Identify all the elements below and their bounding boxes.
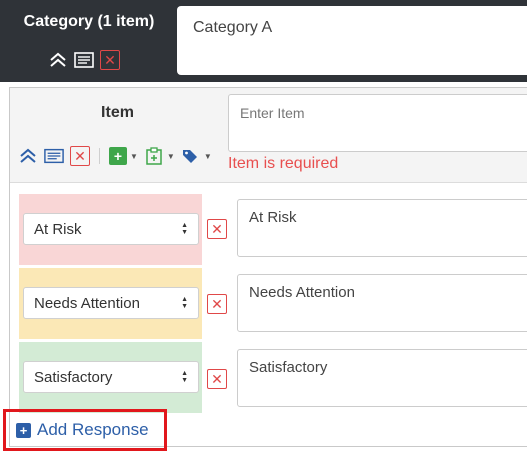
select-arrows-icon: ▲ ▼ (181, 370, 188, 384)
chevron-down-icon[interactable]: ▼ (204, 152, 212, 161)
response-status-value: Satisfactory (34, 368, 113, 386)
plus-square-icon: + (16, 422, 31, 438)
response-row-satisfactory: Satisfactory ▲ ▼ (19, 342, 202, 413)
collapse-icon[interactable] (48, 50, 68, 70)
add-response-button[interactable]: + Add Response (3, 409, 167, 451)
category-toolbar: ✕ (48, 49, 120, 71)
add-icon[interactable]: + (109, 147, 127, 165)
item-error-message: Item is required (228, 155, 339, 172)
response-text-input[interactable]: Satisfactory (237, 349, 527, 407)
add-response-label: Add Response (37, 420, 149, 439)
toolbar-divider (99, 148, 100, 164)
response-status-select[interactable]: Needs Attention ▲ ▼ (23, 287, 199, 319)
delete-item-icon[interactable]: ✕ (70, 146, 90, 166)
delete-response-icon[interactable]: ✕ (207, 369, 227, 389)
select-arrows-icon: ▲ ▼ (181, 296, 188, 310)
item-panel: Item Enter Item Item is required ✕ + ▼ ▼… (9, 87, 527, 447)
response-status-value: At Risk (34, 220, 82, 238)
notes-icon[interactable] (74, 50, 94, 70)
response-status-select[interactable]: At Risk ▲ ▼ (23, 213, 199, 245)
category-name-input[interactable]: Category A (177, 6, 527, 75)
tags-icon[interactable] (181, 146, 201, 166)
response-status-select[interactable]: Satisfactory ▲ ▼ (23, 361, 199, 393)
delete-response-icon[interactable]: ✕ (207, 294, 227, 314)
category-header: Category (1 item) ✕ Category A (0, 0, 527, 82)
response-text-input[interactable]: Needs Attention (237, 274, 527, 332)
item-input[interactable]: Enter Item (228, 94, 527, 152)
item-header: Item Enter Item Item is required ✕ + ▼ ▼… (10, 88, 527, 183)
response-text-input[interactable]: At Risk (237, 199, 527, 257)
clipboard-plus-icon[interactable] (144, 146, 164, 166)
item-toolbar: ✕ + ▼ ▼ ▼ (18, 146, 212, 166)
delete-response-icon[interactable]: ✕ (207, 219, 227, 239)
response-status-value: Needs Attention (34, 294, 140, 312)
select-arrows-icon: ▲ ▼ (181, 222, 188, 236)
category-panel: Category (1 item) ✕ (4, 0, 174, 82)
delete-category-icon[interactable]: ✕ (100, 50, 120, 70)
notes-icon[interactable] (44, 146, 64, 166)
item-title: Item (101, 104, 134, 121)
chevron-down-icon[interactable]: ▼ (130, 152, 138, 161)
chevron-down-icon[interactable]: ▼ (167, 152, 175, 161)
category-title: Category (1 item) (23, 13, 155, 30)
response-row-at-risk: At Risk ▲ ▼ (19, 194, 202, 265)
collapse-icon[interactable] (18, 146, 38, 166)
response-row-needs-attention: Needs Attention ▲ ▼ (19, 268, 202, 339)
